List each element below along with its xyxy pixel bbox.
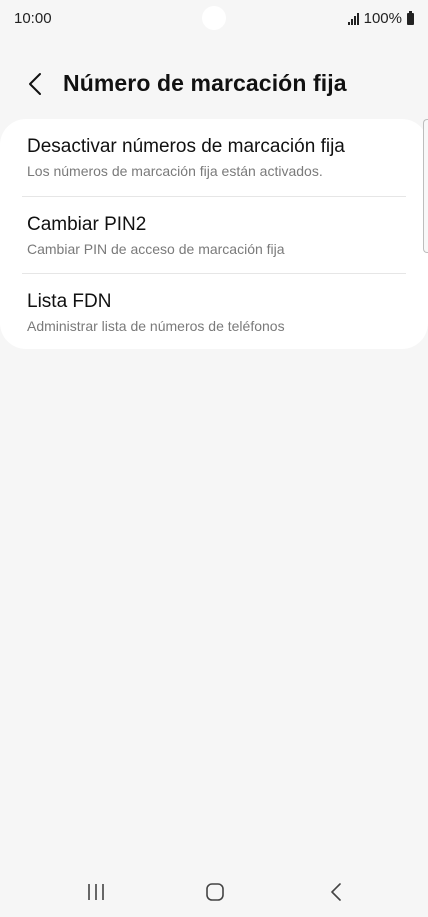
list-item-fdn-list[interactable]: Lista FDN Administrar lista de números d… bbox=[0, 274, 428, 349]
signal-icon bbox=[347, 12, 359, 25]
page-title: Número de marcación fija bbox=[63, 70, 347, 96]
home-icon[interactable] bbox=[201, 878, 229, 906]
settings-card: Desactivar números de marcación fija Los… bbox=[0, 119, 428, 349]
scroll-indicator[interactable] bbox=[423, 119, 428, 253]
status-bar: 10:00 100% bbox=[0, 0, 428, 38]
battery-icon bbox=[407, 10, 414, 25]
list-item-subtitle: Cambiar PIN de acceso de marcación fija bbox=[27, 241, 285, 257]
list-item-change-pin2[interactable]: Cambiar PIN2 Cambiar PIN de acceso de ma… bbox=[0, 197, 428, 273]
battery-percentage: 100% bbox=[363, 10, 402, 27]
back-arrow-icon[interactable] bbox=[22, 70, 50, 98]
list-item-disable-fdn[interactable]: Desactivar números de marcación fija Los… bbox=[0, 119, 428, 195]
navigation-bar bbox=[0, 866, 428, 917]
status-indicators: 100% bbox=[347, 10, 414, 27]
list-item-title: Desactivar números de marcación fija bbox=[27, 136, 345, 157]
camera-cutout bbox=[202, 6, 226, 30]
list-item-subtitle: Los números de marcación fija están acti… bbox=[27, 163, 323, 179]
list-item-subtitle: Administrar lista de números de teléfono… bbox=[27, 318, 285, 334]
nav-back-icon[interactable] bbox=[322, 878, 350, 906]
status-time: 10:00 bbox=[14, 10, 52, 27]
list-item-title: Lista FDN bbox=[27, 291, 112, 312]
app-bar: Número de marcación fija bbox=[0, 60, 428, 110]
list-item-title: Cambiar PIN2 bbox=[27, 214, 147, 235]
recents-icon[interactable] bbox=[82, 878, 110, 906]
